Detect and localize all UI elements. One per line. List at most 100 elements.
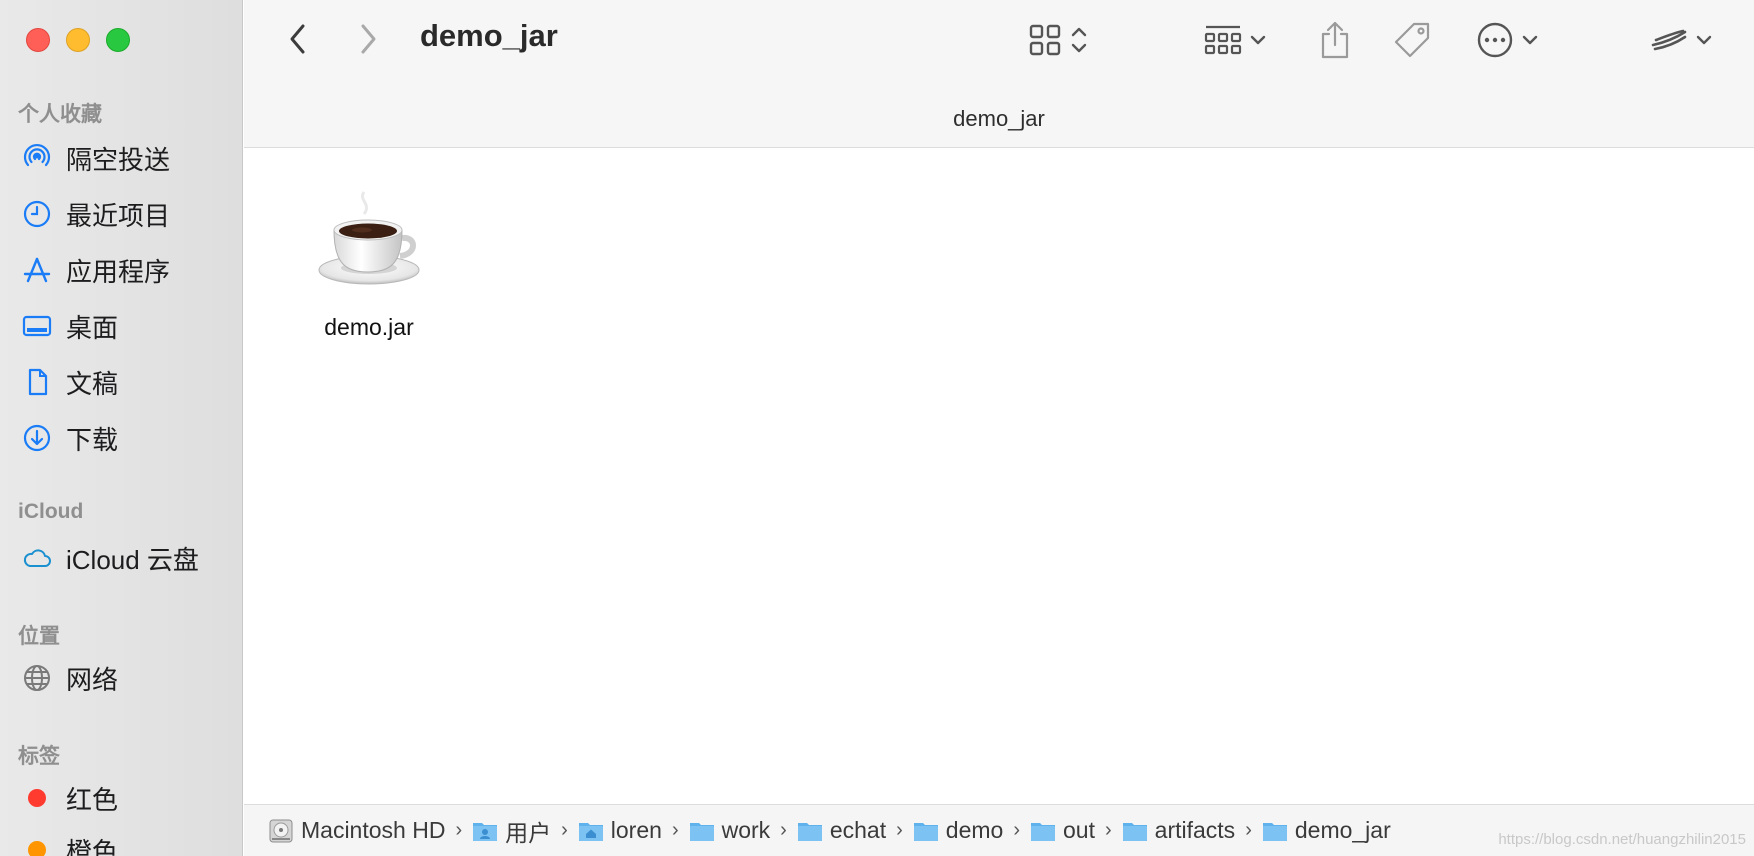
path-item-macintosh-hd[interactable]: Macintosh HD	[268, 817, 445, 844]
sidebar-item-label: 红色	[66, 784, 119, 815]
path-separator-icon: ›	[1104, 819, 1112, 841]
path-separator-icon: ›	[1013, 819, 1020, 841]
search-extension-button[interactable]	[1650, 18, 1712, 62]
home-folder-icon	[578, 822, 603, 841]
path-item-out[interactable]: out	[1030, 817, 1095, 844]
sidebar-item-label: iCloud 云盘	[66, 544, 199, 575]
java-coffee-icon	[318, 191, 420, 285]
icloud-section-title: iCloud	[18, 500, 84, 523]
sidebar-item-icloud-drive[interactable]: iCloud 云盘	[20, 538, 230, 578]
path-item-echat[interactable]: echat	[797, 817, 886, 844]
path-bar: Macintosh HD › 用户 › loren › work › echat…	[244, 804, 1754, 856]
sidebar-item-recents[interactable]: 最近项目	[20, 194, 230, 234]
path-separator-icon: ›	[896, 819, 903, 841]
folder-icon	[913, 822, 938, 841]
sidebar-item-label: 最近项目	[66, 200, 171, 231]
folder-icon	[689, 822, 714, 841]
sidebar-item-label: 文稿	[66, 368, 119, 399]
extension-swoosh-icon	[1651, 29, 1687, 51]
more-actions-button[interactable]	[1476, 18, 1538, 62]
path-item-demo[interactable]: demo	[913, 817, 1003, 844]
sidebar-item-label: 应用程序	[66, 256, 171, 287]
sidebar-item-tag-orange[interactable]: 橙色	[20, 830, 230, 856]
chevron-right-icon	[361, 24, 376, 54]
file-name: demo.jar	[324, 314, 414, 340]
close-window-button[interactable]	[26, 28, 50, 52]
chevron-up-down-icon	[1071, 27, 1087, 53]
file-item[interactable]: demo.jar	[304, 184, 434, 341]
favorites-section-title: 个人收藏	[18, 103, 102, 126]
sidebar-item-tag-red[interactable]: 红色	[20, 778, 230, 818]
sidebar: 个人收藏 隔空投送 最近项目 应用程序 桌面 文稿 下载 iCloud iClo…	[0, 0, 243, 856]
sidebar-item-label: 桌面	[66, 312, 119, 343]
sidebar-item-label: 下载	[66, 424, 119, 455]
sidebar-item-airdrop[interactable]: 隔空投送	[20, 138, 230, 178]
window-controls	[26, 28, 130, 52]
sidebar-item-network[interactable]: 网络	[20, 658, 230, 698]
view-mode-button[interactable]	[1028, 18, 1088, 62]
tags-section-title: 标签	[18, 745, 60, 768]
desktop-icon	[20, 309, 54, 343]
folder-icon	[1122, 822, 1147, 841]
path-separator-icon: ›	[671, 819, 679, 841]
sidebar-item-label: 橙色	[66, 836, 119, 856]
path-item-label: artifacts	[1154, 817, 1236, 843]
ellipsis-circle-icon	[1477, 22, 1513, 58]
sidebar-item-applications[interactable]: 应用程序	[20, 250, 230, 290]
folder-path-title: demo_jar	[953, 106, 1045, 131]
document-icon	[20, 365, 54, 399]
file-browser-content: demo.jar	[244, 149, 1754, 804]
path-item-loren[interactable]: loren	[578, 817, 662, 844]
watermark-text: https://blog.csdn.net/huangzhilin2015	[1498, 831, 1746, 848]
icon-view-grid-icon	[1029, 24, 1061, 56]
back-button[interactable]	[278, 18, 318, 60]
path-item-label: Macintosh HD	[301, 817, 446, 843]
share-button[interactable]	[1318, 18, 1352, 62]
folder-icon	[1262, 822, 1287, 841]
path-item-work[interactable]: work	[689, 817, 771, 844]
clock-icon	[20, 197, 54, 231]
users-folder-icon	[473, 822, 498, 841]
cloud-icon	[20, 541, 54, 575]
path-separator-icon: ›	[455, 819, 463, 841]
path-item-label: 用户	[505, 819, 552, 846]
globe-icon	[20, 661, 54, 695]
apps-icon	[20, 253, 54, 287]
orange-tag-dot-icon	[20, 833, 54, 856]
tag-icon	[1394, 22, 1430, 58]
forward-button[interactable]	[348, 18, 388, 60]
chevron-down-icon	[1250, 35, 1266, 45]
locations-section-title: 位置	[18, 625, 60, 648]
path-item-users[interactable]: 用户	[472, 814, 551, 848]
airdrop-icon	[20, 141, 54, 175]
chevron-down-icon	[1696, 35, 1712, 45]
path-item-label: out	[1063, 817, 1095, 843]
sidebar-item-downloads[interactable]: 下载	[20, 418, 230, 458]
path-item-artifacts[interactable]: artifacts	[1122, 817, 1236, 844]
group-grid-icon	[1204, 25, 1242, 55]
path-separator-icon: ›	[1245, 819, 1252, 841]
tag-button[interactable]	[1392, 18, 1432, 62]
folder-icon	[1031, 822, 1055, 841]
download-icon	[20, 421, 54, 455]
chevron-left-icon	[290, 24, 305, 54]
red-tag-dot-icon	[20, 781, 54, 815]
zoom-window-button[interactable]	[106, 28, 130, 52]
path-item-demo-jar[interactable]: demo_jar	[1262, 817, 1391, 844]
path-separator-icon: ›	[561, 819, 568, 841]
sidebar-item-documents[interactable]: 文稿	[20, 362, 230, 402]
window-title: demo_jar	[420, 18, 558, 53]
folder-icon	[797, 822, 822, 841]
path-item-label: demo_jar	[1294, 817, 1391, 843]
share-icon	[1321, 21, 1349, 59]
minimize-window-button[interactable]	[66, 28, 90, 52]
harddisk-icon	[269, 819, 293, 842]
chevron-down-icon	[1522, 35, 1538, 45]
path-item-label: work	[721, 817, 771, 843]
sidebar-item-label: 网络	[66, 664, 119, 695]
toolbar: demo_jar demo_jar	[244, 0, 1754, 148]
sidebar-item-desktop[interactable]: 桌面	[20, 306, 230, 346]
group-button[interactable]	[1204, 18, 1266, 62]
path-item-label: loren	[610, 817, 662, 843]
sidebar-item-label: 隔空投送	[66, 144, 171, 175]
